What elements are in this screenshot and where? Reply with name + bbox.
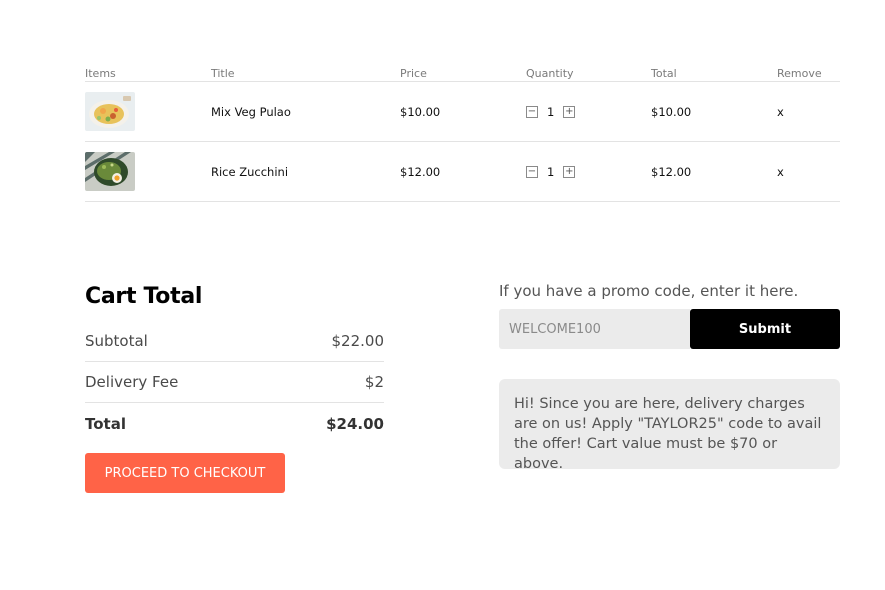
header-quantity: Quantity	[526, 67, 574, 80]
header-total: Total	[651, 67, 677, 80]
item-title: Rice Zucchini	[211, 164, 289, 179]
cart-total-heading: Cart Total	[85, 284, 203, 309]
delivery-fee-row: Delivery Fee $2	[85, 362, 384, 403]
subtotal-label: Subtotal	[85, 332, 148, 350]
cart-table-header: Items Title Price Quantity Total Remove	[85, 64, 840, 82]
table-row: Mix Veg Pulao $10.00 − 1 + $10.00 x	[85, 82, 840, 142]
remove-item-button[interactable]: x	[777, 105, 840, 119]
header-remove: Remove	[777, 67, 822, 80]
quantity-stepper: − 1 +	[526, 105, 651, 119]
food-zucchini-image	[85, 152, 135, 191]
item-title: Mix Veg Pulao	[211, 104, 291, 119]
increase-quantity-button[interactable]: +	[563, 165, 576, 178]
quantity-value: 1	[547, 104, 555, 119]
total-row: Total $24.00	[85, 403, 384, 444]
promo-section: If you have a promo code, enter it here.…	[499, 282, 840, 472]
header-items: Items	[85, 67, 116, 80]
item-image-cell	[85, 92, 211, 131]
decrease-quantity-button[interactable]: −	[526, 105, 538, 118]
total-value: $24.00	[326, 414, 384, 433]
increase-quantity-button[interactable]: +	[563, 105, 576, 118]
delivery-fee-label: Delivery Fee	[85, 373, 179, 391]
item-total: $12.00	[651, 164, 692, 179]
cart-table: Items Title Price Quantity Total Remove	[85, 64, 840, 202]
promo-code-input[interactable]	[499, 309, 690, 349]
table-row: Rice Zucchini $12.00 − 1 + $12.00 x	[85, 142, 840, 202]
total-label: Total	[85, 414, 126, 433]
promo-prompt: If you have a promo code, enter it here.	[499, 282, 799, 300]
item-price: $10.00	[400, 104, 441, 119]
header-title: Title	[211, 67, 235, 80]
item-image-cell	[85, 152, 211, 191]
quantity-stepper: − 1 +	[526, 165, 651, 179]
header-price: Price	[400, 67, 427, 80]
item-total: $10.00	[651, 104, 692, 119]
subtotal-value: $22.00	[331, 332, 385, 350]
promo-form: Submit	[499, 309, 840, 349]
remove-item-button[interactable]: x	[777, 165, 840, 179]
cart-total-section: Cart Total Subtotal $22.00 Delivery Fee …	[85, 284, 384, 493]
item-price: $12.00	[400, 164, 441, 179]
food-pulao-image	[85, 92, 135, 131]
proceed-to-checkout-button[interactable]: PROCEED TO CHECKOUT	[85, 453, 285, 493]
promo-note: Hi! Since you are here, delivery charges…	[499, 379, 840, 472]
decrease-quantity-button[interactable]: −	[526, 165, 538, 178]
quantity-value: 1	[547, 164, 555, 179]
delivery-fee-value: $2	[364, 373, 384, 391]
promo-submit-button[interactable]: Submit	[690, 309, 840, 349]
subtotal-row: Subtotal $22.00	[85, 321, 384, 362]
